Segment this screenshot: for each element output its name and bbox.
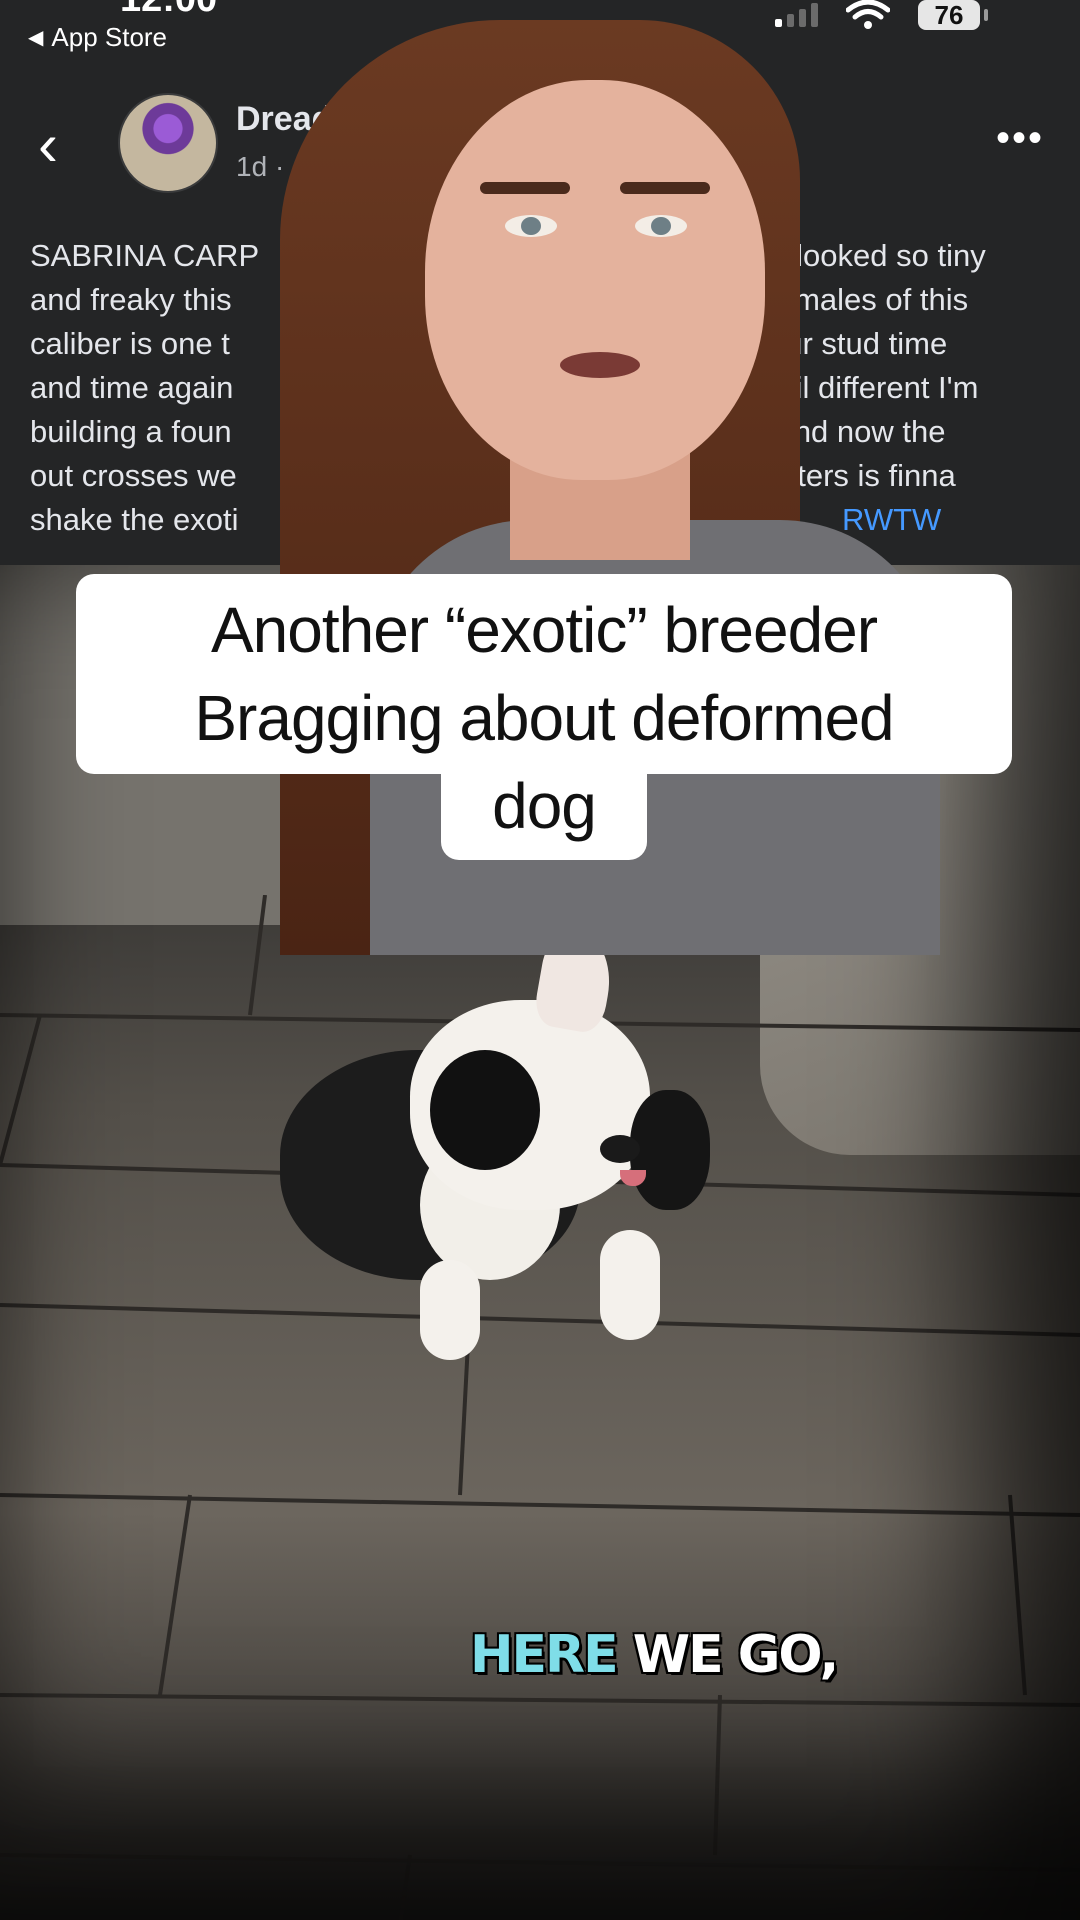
status-time: 12:00: [120, 0, 217, 21]
post-line-left: and time again: [30, 370, 234, 405]
back-app-label: App Store: [51, 22, 168, 52]
post-line-left: out crosses we: [30, 458, 237, 493]
spoken-subtitle: HERE WE GO,: [470, 1625, 839, 1685]
post-line-left: and freaky this: [30, 282, 232, 317]
back-to-app-link[interactable]: ◀ App Store: [28, 22, 167, 53]
author-avatar[interactable]: [118, 93, 218, 193]
subtitle-highlight-word: HERE: [470, 1625, 619, 1685]
video-caption: Another “exotic” breeder Bragging about …: [194, 594, 894, 842]
back-triangle-icon: ◀: [28, 27, 44, 49]
post-line-left: shake the exoti: [30, 502, 239, 537]
subtitle-rest: WE GO,: [632, 1625, 839, 1685]
more-options-icon[interactable]: •••: [996, 118, 1044, 158]
post-time: 1d: [236, 151, 268, 182]
post-line-left: building a foun: [30, 414, 232, 449]
post-line-left: caliber is one t: [30, 326, 230, 361]
back-chevron-icon[interactable]: ‹: [38, 115, 58, 175]
post-line-left: SABRINA CARP: [30, 238, 260, 273]
